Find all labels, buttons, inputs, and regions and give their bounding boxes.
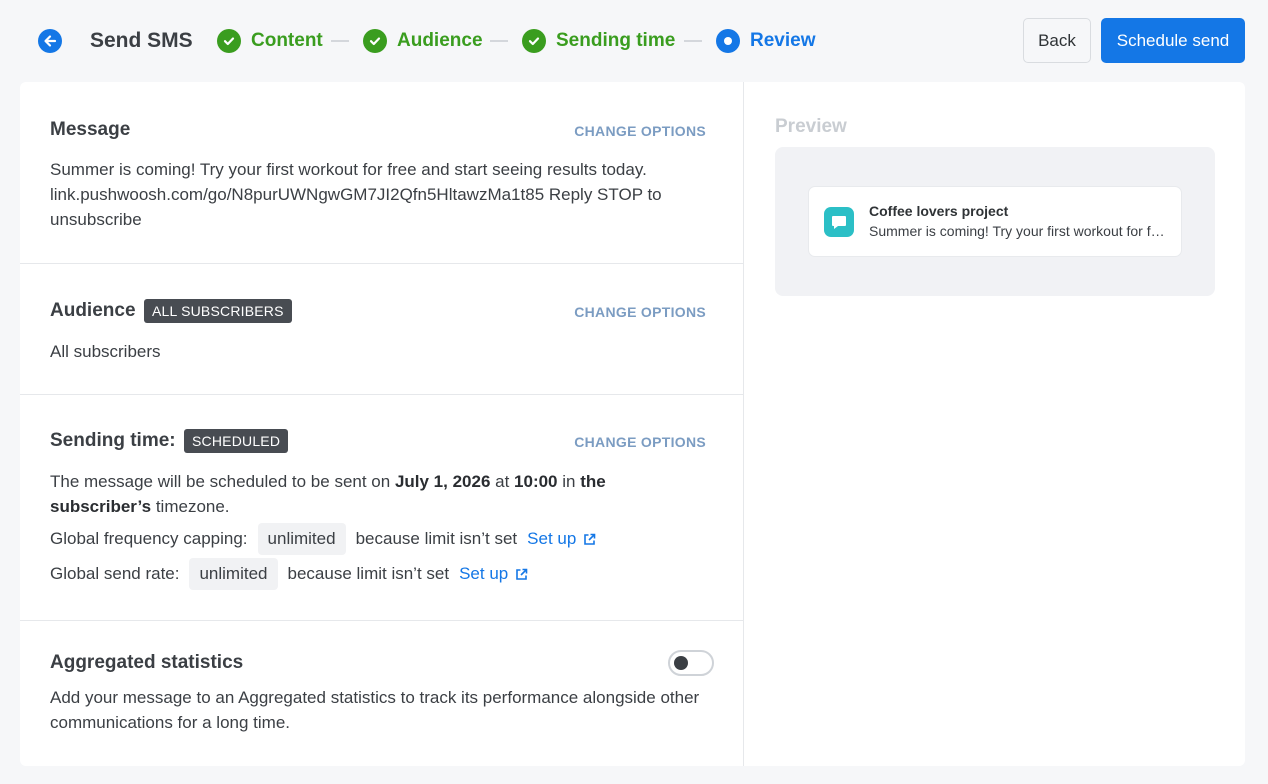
back-arrow-icon[interactable] — [38, 29, 62, 53]
check-icon — [363, 29, 387, 53]
step-content[interactable]: Content — [217, 28, 323, 54]
review-sections: Message CHANGE OPTIONS Summer is coming!… — [20, 82, 744, 766]
audience-change-options-link[interactable]: CHANGE OPTIONS — [574, 303, 706, 321]
review-card: Message CHANGE OPTIONS Summer is coming!… — [20, 82, 1245, 766]
step-label: Sending time — [556, 30, 676, 51]
step-label: Audience — [397, 30, 483, 51]
message-section: Message CHANGE OPTIONS Summer is coming!… — [20, 82, 744, 264]
radio-active-icon — [716, 29, 740, 53]
frequency-capping-value: unlimited — [257, 523, 346, 555]
chat-bubble-icon — [824, 207, 854, 237]
sending-time-badge: SCHEDULED — [184, 429, 289, 453]
send-rate-row: Global send rate: unlimited because limi… — [50, 558, 528, 590]
step-label: Review — [750, 30, 816, 51]
audience-section: Audience ALL SUBSCRIBERS CHANGE OPTIONS … — [20, 264, 744, 395]
external-link-icon — [516, 568, 528, 580]
step-separator — [684, 40, 702, 42]
aggregated-stats-title: Aggregated statistics — [50, 652, 244, 673]
step-separator — [490, 40, 508, 42]
frequency-setup-link[interactable]: Set up — [527, 529, 596, 549]
send-rate-note: because limit isn’t set — [287, 564, 450, 583]
send-rate-label: Global send rate: — [50, 564, 180, 583]
message-change-options-link[interactable]: CHANGE OPTIONS — [574, 122, 706, 140]
step-review[interactable]: Review — [716, 28, 815, 54]
frequency-capping-note: because limit isn’t set — [355, 529, 518, 548]
frequency-capping-label: Global frequency capping: — [50, 529, 248, 548]
audience-text: All subscribers — [50, 342, 161, 361]
page-title: Send SMS — [90, 29, 193, 52]
aggregated-stats-toggle[interactable] — [668, 650, 714, 676]
schedule-send-button[interactable]: Schedule send — [1101, 18, 1245, 63]
toggle-knob — [674, 656, 688, 670]
notification-app-name: Coffee lovers project — [869, 203, 1009, 219]
step-label: Content — [251, 30, 323, 51]
send-rate-value: unlimited — [189, 558, 278, 590]
step-audience[interactable]: Audience — [363, 28, 483, 54]
aggregated-stats-text: Add your message to an Aggregated statis… — [50, 688, 700, 732]
audience-title: Audience — [50, 300, 136, 321]
aggregated-stats-section: Aggregated statistics Add your message t… — [20, 621, 744, 766]
back-button[interactable]: Back — [1023, 18, 1091, 63]
schedule-description: The message will be scheduled to be sent… — [50, 472, 606, 516]
send-rate-setup-link[interactable]: Set up — [459, 564, 528, 584]
step-sending-time[interactable]: Sending time — [522, 28, 675, 54]
step-separator — [331, 40, 349, 42]
sms-notification-preview: Coffee lovers project Summer is coming! … — [808, 186, 1182, 257]
preview-panel: Coffee lovers project Summer is coming! … — [775, 147, 1215, 296]
schedule-date: July 1, 2026 — [394, 472, 491, 491]
schedule-time: 10:00 — [514, 472, 558, 491]
sending-time-change-options-link[interactable]: CHANGE OPTIONS — [574, 433, 706, 451]
audience-badge: ALL SUBSCRIBERS — [144, 299, 292, 323]
check-icon — [522, 29, 546, 53]
sending-time-title: Sending time: — [50, 430, 176, 451]
external-link-icon — [584, 533, 596, 545]
preview-title: Preview — [775, 116, 847, 137]
notification-snippet: Summer is coming! Try your first workout… — [869, 223, 1169, 239]
check-icon — [217, 29, 241, 53]
message-title: Message — [50, 119, 131, 140]
wizard-header: Send SMS Content Audience Sending time R… — [0, 0, 1268, 82]
message-text: Summer is coming! Try your first workout… — [50, 160, 662, 229]
frequency-capping-row: Global frequency capping: unlimited beca… — [50, 523, 596, 555]
